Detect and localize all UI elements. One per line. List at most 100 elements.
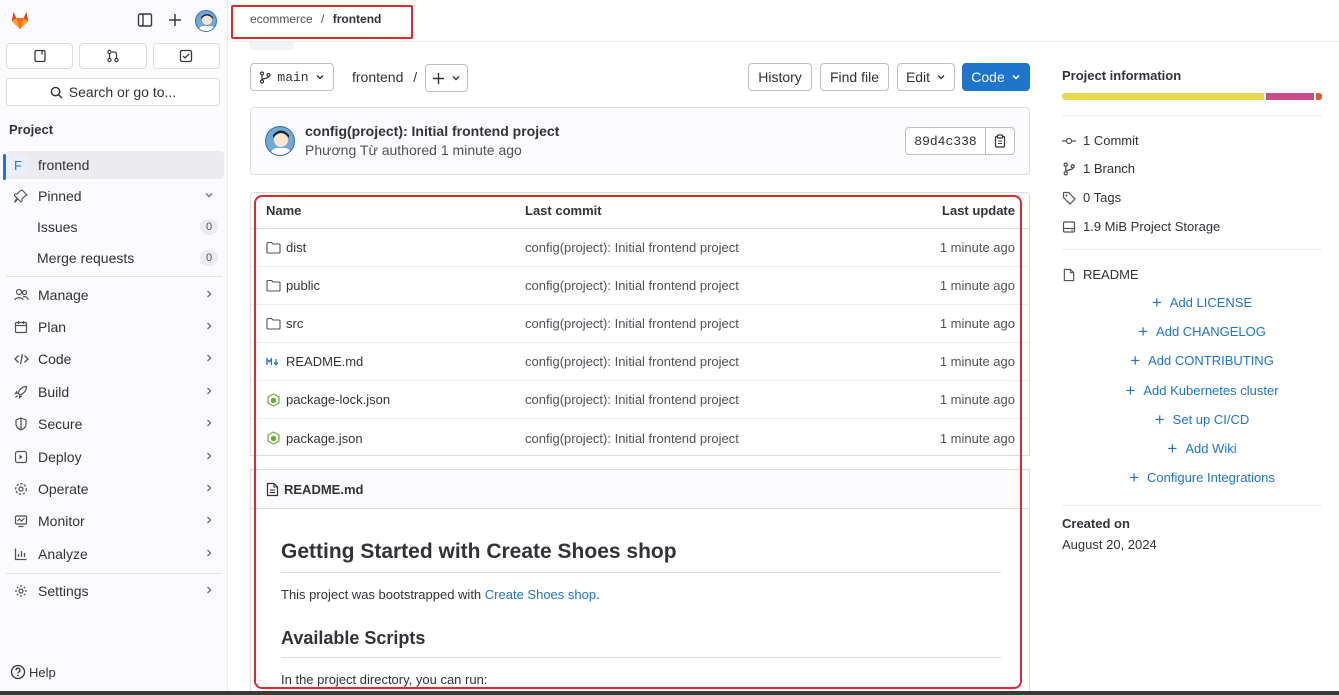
- sidebar-item-code[interactable]: Code: [6, 345, 224, 373]
- info-divider: [1062, 115, 1322, 116]
- file-text-icon: [1063, 268, 1075, 281]
- storage-size: 1.9 MiB Project Storage: [1083, 219, 1221, 234]
- tag-icon: [1062, 191, 1076, 205]
- sidebar-item-deploy[interactable]: Deploy: [6, 443, 224, 471]
- help-button[interactable]: Help: [10, 664, 56, 680]
- sidebar-item-analyze[interactable]: Analyze: [6, 540, 224, 568]
- file-list-highlight-box: [254, 195, 1022, 689]
- add-license-link[interactable]: + Add LICENSE: [1062, 294, 1339, 311]
- sidebar-item-label: Monitor: [38, 513, 85, 529]
- sidebar-item-monitor[interactable]: Monitor: [6, 507, 224, 535]
- info-divider: [1062, 249, 1322, 250]
- merge-requests-button[interactable]: [79, 43, 147, 69]
- branch-icon: [260, 70, 271, 84]
- plus-icon: [432, 72, 445, 84]
- repo-path: frontend /: [352, 69, 417, 85]
- chevron-right-icon: [204, 482, 224, 496]
- search-icon: [50, 86, 63, 99]
- chevron-down-icon: [937, 75, 945, 80]
- branch-selector[interactable]: main: [250, 63, 334, 91]
- language-segment-css: [1265, 93, 1314, 100]
- todo-icon: [180, 49, 193, 63]
- issues-icon: [34, 49, 46, 63]
- history-button[interactable]: History: [748, 63, 812, 91]
- edit-dropdown[interactable]: Edit: [897, 63, 955, 91]
- sidebar-item-label: Operate: [38, 481, 89, 497]
- chevron-right-icon: [204, 385, 224, 399]
- add-wiki-link[interactable]: + Add Wiki: [1062, 440, 1339, 457]
- language-segment-html: [1315, 93, 1322, 100]
- cloud-gear-icon: [6, 482, 36, 496]
- created-on-label: Created on: [1062, 516, 1130, 531]
- commit-sha-group: 89d4c338: [905, 127, 1015, 155]
- gitlab-logo-icon[interactable]: [9, 9, 31, 34]
- sidebar-item-issues[interactable]: Issues 0: [6, 213, 224, 241]
- sidebar-item-pinned[interactable]: Pinned: [6, 182, 224, 210]
- plus-icon: +: [1154, 410, 1165, 429]
- gear-icon: [6, 584, 36, 598]
- code-label: Code: [971, 69, 1005, 85]
- add-kubernetes-link[interactable]: + Add Kubernetes cluster: [1062, 382, 1339, 399]
- assigned-issues-button[interactable]: [6, 43, 74, 69]
- plus-icon: +: [1167, 439, 1178, 458]
- add-contributing-link[interactable]: + Add CONTRIBUTING: [1062, 352, 1339, 369]
- sidebar-item-label: Pinned: [38, 188, 82, 204]
- sidebar-item-label: Merge requests: [37, 250, 135, 266]
- commit-sha[interactable]: 89d4c338: [906, 128, 986, 154]
- search-button[interactable]: Search or go to...: [6, 78, 220, 106]
- todos-button[interactable]: [152, 43, 220, 69]
- branches-count: 1 Branch: [1083, 161, 1136, 176]
- copy-icon: [994, 134, 1005, 148]
- sidebar-item-project[interactable]: F frontend: [6, 151, 224, 179]
- chevron-right-icon: [204, 547, 224, 561]
- commit-title[interactable]: config(project): Initial frontend projec…: [305, 123, 559, 139]
- sidebar-item-settings[interactable]: Settings: [6, 577, 224, 605]
- rocket-icon: [6, 385, 36, 399]
- commit-author[interactable]: Phương Từ: [305, 142, 378, 158]
- shield-icon: [6, 417, 36, 431]
- storage-link[interactable]: 1.9 MiB Project Storage: [1062, 219, 1220, 234]
- link-label: Add Wiki: [1185, 441, 1237, 456]
- configure-integrations-link[interactable]: + Configure Integrations: [1062, 469, 1339, 486]
- link-label: Configure Integrations: [1147, 470, 1275, 485]
- link-label: Set up CI/CD: [1172, 412, 1250, 427]
- user-avatar[interactable]: [195, 10, 217, 32]
- tags-link[interactable]: 0 Tags: [1062, 190, 1121, 205]
- copy-sha-button[interactable]: [986, 128, 1014, 154]
- sidebar: Search or go to... Project F frontend Pi…: [0, 0, 228, 691]
- chevron-right-icon: [204, 584, 224, 598]
- language-segment-javascript: [1062, 93, 1264, 100]
- language-bar[interactable]: [1062, 93, 1322, 100]
- sidebar-item-label: Settings: [38, 583, 89, 599]
- info-divider: [1062, 505, 1322, 506]
- branches-link[interactable]: 1 Branch: [1062, 161, 1135, 176]
- commits-count: 1 Commit: [1083, 133, 1139, 148]
- sidebar-item-operate[interactable]: Operate: [6, 475, 224, 503]
- chevron-down-icon: [316, 75, 324, 80]
- collapse-sidebar-icon[interactable]: [134, 9, 156, 31]
- sidebar-item-manage[interactable]: Manage: [6, 281, 224, 309]
- monitor-icon: [6, 514, 36, 528]
- sidebar-item-build[interactable]: Build: [6, 378, 224, 406]
- sidebar-item-merge-requests[interactable]: Merge requests 0: [6, 244, 224, 272]
- commit-meta: Phương Từ authored 1 minute ago: [305, 142, 522, 158]
- sidebar-item-label: Deploy: [38, 449, 82, 465]
- readme-link[interactable]: README: [1062, 267, 1139, 282]
- commit-icon: [1062, 137, 1076, 144]
- sidebar-item-plan[interactable]: Plan: [6, 313, 224, 341]
- add-changelog-link[interactable]: + Add CHANGELOG: [1062, 323, 1339, 340]
- commit-authored-label: authored: [381, 142, 437, 158]
- commit-author-avatar[interactable]: [265, 126, 295, 156]
- find-file-button[interactable]: Find file: [820, 63, 889, 91]
- sidebar-item-secure[interactable]: Secure: [6, 410, 224, 438]
- path-root-link[interactable]: frontend: [352, 69, 403, 85]
- setup-cicd-link[interactable]: + Set up CI/CD: [1062, 411, 1339, 428]
- code-dropdown[interactable]: Code: [962, 63, 1030, 91]
- add-to-tree-button[interactable]: [425, 64, 468, 92]
- commits-link[interactable]: 1 Commit: [1062, 133, 1139, 148]
- readme-label: README: [1083, 267, 1139, 282]
- create-new-icon[interactable]: [164, 9, 186, 31]
- pin-icon: [6, 189, 36, 203]
- chevron-right-icon: [204, 320, 224, 334]
- help-icon: [10, 664, 26, 680]
